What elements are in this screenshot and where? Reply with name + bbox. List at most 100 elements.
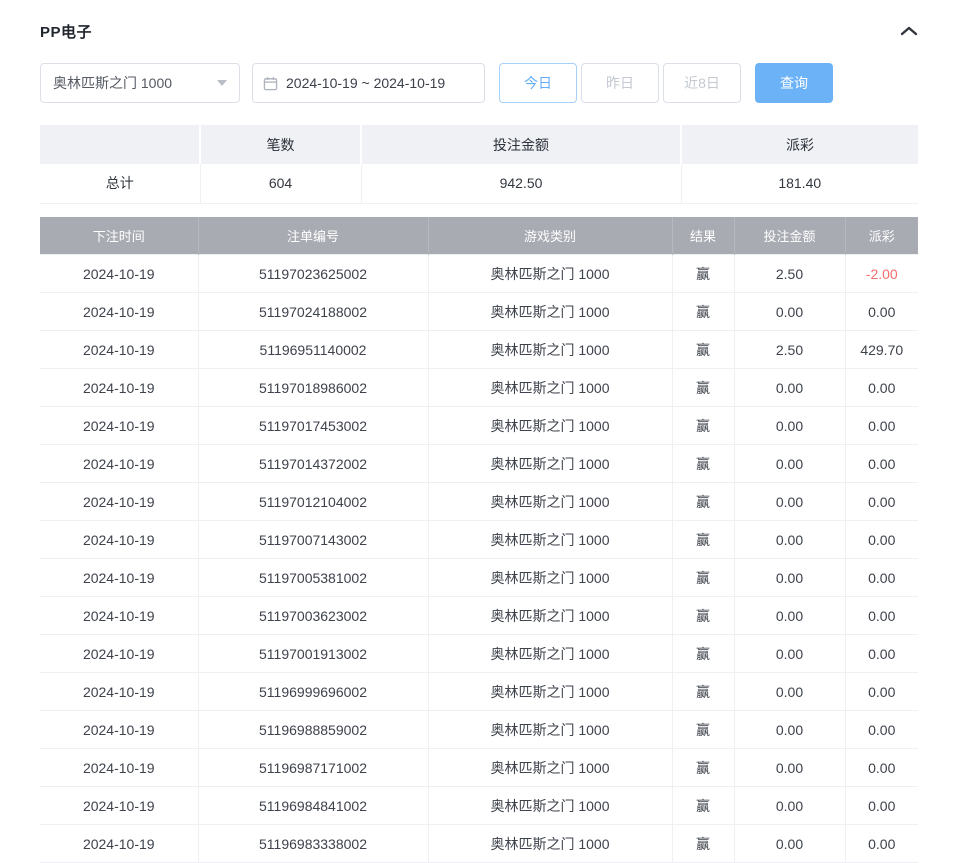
cell-order-id: 51197007143002 bbox=[198, 521, 428, 559]
cell-game-type: 奥林匹斯之门 1000 bbox=[428, 711, 672, 749]
cell-game-type: 奥林匹斯之门 1000 bbox=[428, 445, 672, 483]
bet-table-header-row: 下注时间 注单编号 游戏类别 结果 投注金额 派彩 bbox=[40, 217, 918, 255]
cell-bet-amount: 0.00 bbox=[734, 673, 845, 711]
today-button[interactable]: 今日 bbox=[499, 63, 577, 103]
summary-total-row: 总计 604 942.50 181.40 bbox=[40, 164, 918, 203]
column-header-game-type: 游戏类别 bbox=[428, 217, 672, 255]
cell-bet-amount: 0.00 bbox=[734, 635, 845, 673]
cell-order-id: 51197018986002 bbox=[198, 369, 428, 407]
cell-order-id: 51197017453002 bbox=[198, 407, 428, 445]
cell-payout: 0.00 bbox=[845, 711, 918, 749]
cell-payout: 0.00 bbox=[845, 597, 918, 635]
cell-bet-amount: 2.50 bbox=[734, 331, 845, 369]
cell-bet-time: 2024-10-19 bbox=[40, 635, 198, 673]
column-header-bet-amount: 投注金额 bbox=[734, 217, 845, 255]
table-row: 2024-10-1951197001913002奥林匹斯之门 1000赢0.00… bbox=[40, 635, 918, 673]
table-row: 2024-10-1951197014372002奥林匹斯之门 1000赢0.00… bbox=[40, 445, 918, 483]
cell-bet-amount: 0.00 bbox=[734, 293, 845, 331]
cell-game-type: 奥林匹斯之门 1000 bbox=[428, 293, 672, 331]
cell-bet-amount: 0.00 bbox=[734, 787, 845, 825]
cell-game-type: 奥林匹斯之门 1000 bbox=[428, 369, 672, 407]
cell-bet-amount: 2.50 bbox=[734, 255, 845, 293]
cell-result: 赢 bbox=[672, 293, 734, 331]
cell-order-id: 51196984841002 bbox=[198, 787, 428, 825]
calendar-icon bbox=[263, 76, 278, 91]
cell-game-type: 奥林匹斯之门 1000 bbox=[428, 255, 672, 293]
cell-payout: 0.00 bbox=[845, 787, 918, 825]
cell-payout: 0.00 bbox=[845, 483, 918, 521]
cell-result: 赢 bbox=[672, 255, 734, 293]
cell-result: 赢 bbox=[672, 331, 734, 369]
cell-result: 赢 bbox=[672, 521, 734, 559]
cell-bet-time: 2024-10-19 bbox=[40, 369, 198, 407]
column-header-payout: 派彩 bbox=[845, 217, 918, 255]
cell-bet-amount: 0.00 bbox=[734, 559, 845, 597]
cell-payout: 0.00 bbox=[845, 825, 918, 863]
cell-payout: 0.00 bbox=[845, 673, 918, 711]
cell-order-id: 51196951140002 bbox=[198, 331, 428, 369]
cell-result: 赢 bbox=[672, 483, 734, 521]
cell-bet-time: 2024-10-19 bbox=[40, 483, 198, 521]
summary-total-label: 总计 bbox=[40, 164, 200, 203]
cell-bet-amount: 0.00 bbox=[734, 483, 845, 521]
table-row: 2024-10-1951197007143002奥林匹斯之门 1000赢0.00… bbox=[40, 521, 918, 559]
summary-table: 笔数 投注金额 派彩 总计 604 942.50 181.40 bbox=[40, 125, 918, 204]
cell-game-type: 奥林匹斯之门 1000 bbox=[428, 597, 672, 635]
page-title: PP电子 bbox=[40, 21, 92, 42]
filter-row: 奥林匹斯之门 1000 2024-10-19 ~ 2024-10-19 今日 昨… bbox=[40, 63, 918, 103]
cell-result: 赢 bbox=[672, 559, 734, 597]
column-header-result: 结果 bbox=[672, 217, 734, 255]
date-range-input[interactable]: 2024-10-19 ~ 2024-10-19 bbox=[252, 63, 485, 103]
cell-payout: 0.00 bbox=[845, 369, 918, 407]
cell-game-type: 奥林匹斯之门 1000 bbox=[428, 559, 672, 597]
table-row: 2024-10-1951196984841002奥林匹斯之门 1000赢0.00… bbox=[40, 787, 918, 825]
game-select-value: 奥林匹斯之门 1000 bbox=[53, 73, 172, 93]
summary-total-payout: 181.40 bbox=[681, 164, 918, 203]
summary-header-count: 笔数 bbox=[200, 125, 361, 164]
cell-result: 赢 bbox=[672, 673, 734, 711]
table-row: 2024-10-1951196951140002奥林匹斯之门 1000赢2.50… bbox=[40, 331, 918, 369]
cell-payout: 429.70 bbox=[845, 331, 918, 369]
search-button[interactable]: 查询 bbox=[755, 63, 833, 103]
cell-result: 赢 bbox=[672, 635, 734, 673]
summary-header-bet-amount: 投注金额 bbox=[361, 125, 681, 164]
table-row: 2024-10-1951197018986002奥林匹斯之门 1000赢0.00… bbox=[40, 369, 918, 407]
cell-order-id: 51197024188002 bbox=[198, 293, 428, 331]
cell-game-type: 奥林匹斯之门 1000 bbox=[428, 521, 672, 559]
cell-result: 赢 bbox=[672, 407, 734, 445]
cell-bet-time: 2024-10-19 bbox=[40, 559, 198, 597]
summary-header-payout: 派彩 bbox=[681, 125, 918, 164]
cell-order-id: 51197014372002 bbox=[198, 445, 428, 483]
panel-header: PP电子 bbox=[40, 14, 918, 48]
yesterday-button[interactable]: 昨日 bbox=[581, 63, 659, 103]
cell-bet-amount: 0.00 bbox=[734, 407, 845, 445]
table-row: 2024-10-1951196983338002奥林匹斯之门 1000赢0.00… bbox=[40, 825, 918, 863]
date-range-value: 2024-10-19 ~ 2024-10-19 bbox=[286, 75, 445, 91]
cell-result: 赢 bbox=[672, 787, 734, 825]
cell-game-type: 奥林匹斯之门 1000 bbox=[428, 635, 672, 673]
cell-order-id: 51197023625002 bbox=[198, 255, 428, 293]
cell-result: 赢 bbox=[672, 711, 734, 749]
cell-game-type: 奥林匹斯之门 1000 bbox=[428, 749, 672, 787]
cell-bet-time: 2024-10-19 bbox=[40, 787, 198, 825]
cell-payout: 0.00 bbox=[845, 635, 918, 673]
bet-table-body: 2024-10-1951197023625002奥林匹斯之门 1000赢2.50… bbox=[40, 255, 918, 863]
cell-order-id: 51197012104002 bbox=[198, 483, 428, 521]
cell-bet-amount: 0.00 bbox=[734, 369, 845, 407]
bet-records-table: 下注时间 注单编号 游戏类别 结果 投注金额 派彩 2024-10-195119… bbox=[40, 217, 918, 863]
chevron-down-icon bbox=[217, 80, 227, 86]
cell-bet-time: 2024-10-19 bbox=[40, 673, 198, 711]
cell-bet-time: 2024-10-19 bbox=[40, 521, 198, 559]
cell-game-type: 奥林匹斯之门 1000 bbox=[428, 673, 672, 711]
collapse-chevron-up-icon[interactable] bbox=[900, 25, 918, 37]
cell-order-id: 51196983338002 bbox=[198, 825, 428, 863]
last8days-button[interactable]: 近8日 bbox=[663, 63, 741, 103]
cell-bet-amount: 0.00 bbox=[734, 445, 845, 483]
summary-header-empty bbox=[40, 125, 200, 164]
cell-result: 赢 bbox=[672, 597, 734, 635]
cell-result: 赢 bbox=[672, 369, 734, 407]
table-row: 2024-10-1951196987171002奥林匹斯之门 1000赢0.00… bbox=[40, 749, 918, 787]
game-select[interactable]: 奥林匹斯之门 1000 bbox=[40, 63, 240, 103]
cell-result: 赢 bbox=[672, 749, 734, 787]
summary-total-bet-amount: 942.50 bbox=[361, 164, 681, 203]
